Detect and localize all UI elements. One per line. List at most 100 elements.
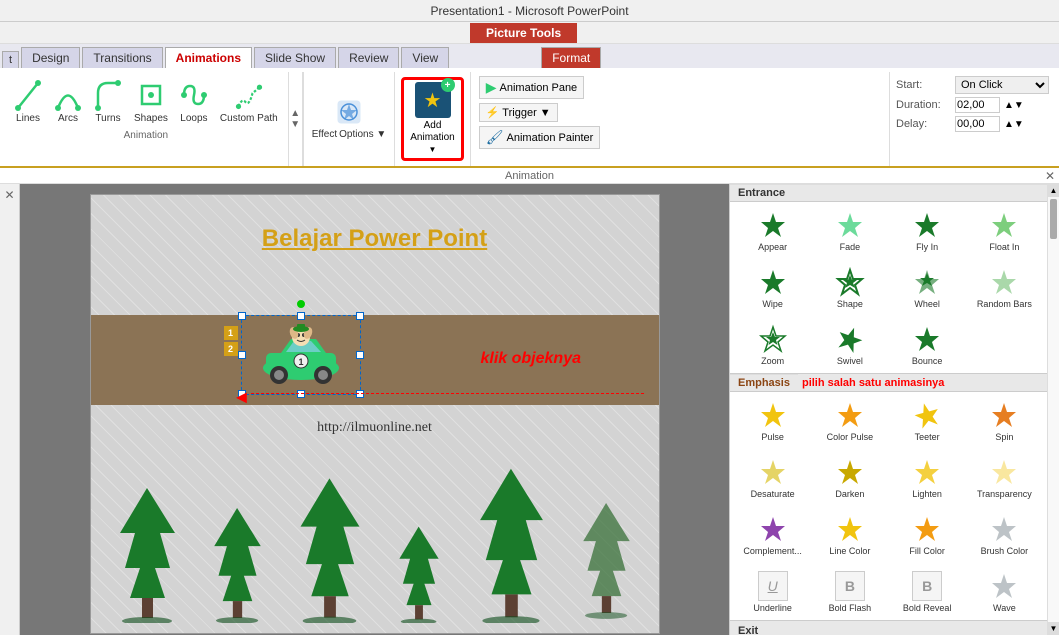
trigger-icon: ⚡ [486, 107, 500, 119]
rotation-handle[interactable] [297, 300, 305, 308]
scroll-up-arrow[interactable]: ▲ [290, 108, 300, 119]
anim-floatin[interactable]: Float In [966, 204, 1043, 257]
anim-desaturate[interactable]: Desaturate [734, 451, 811, 504]
fade-icon [834, 209, 866, 241]
animation-painter-btn[interactable]: 🖌 Animation Painter [479, 126, 601, 149]
mp-lines[interactable]: Lines [10, 76, 46, 126]
anim-complement[interactable]: Complement... [734, 508, 811, 561]
tab-review[interactable]: Review [338, 47, 399, 68]
shapes-label: Shapes [134, 113, 168, 124]
mp-arcs[interactable]: Arcs [50, 76, 86, 126]
anim-bounce[interactable]: Bounce [889, 318, 966, 371]
handle-bm[interactable] [297, 390, 305, 398]
scrollbar-thumb[interactable] [1050, 199, 1057, 239]
anim-flyin[interactable]: Fly In [889, 204, 966, 257]
add-animation-btn[interactable]: ★ + Add Animation ▼ [401, 77, 463, 161]
anim-appear[interactable]: Appear [734, 204, 811, 257]
transparency-icon [988, 456, 1020, 488]
delay-input[interactable] [955, 116, 1000, 132]
start-select[interactable]: On Click With Previous After Previous [955, 76, 1049, 94]
turns-label: Turns [95, 113, 120, 124]
underline-label: Underline [753, 603, 792, 613]
anim-wave[interactable]: Wave [966, 565, 1043, 618]
ribbon-content: Lines Arcs [0, 68, 1059, 168]
anim-linecolor[interactable]: Line Color [811, 508, 888, 561]
bounce-label: Bounce [912, 356, 943, 366]
slide-panel-close[interactable]: ✕ [4, 188, 14, 202]
emphasis-row1: Pulse Color Pulse Teeter [730, 392, 1047, 449]
mp-custom[interactable]: Custom Path [216, 76, 282, 126]
anim-teeter[interactable]: Teeter [889, 394, 966, 447]
colorpulse-icon [834, 399, 866, 431]
slide-title: Belajar Power Point [262, 225, 487, 253]
scrollbar-up-btn[interactable]: ▲ [1048, 184, 1059, 197]
anim-brushcolor[interactable]: Brush Color [966, 508, 1043, 561]
anim-randombars[interactable]: Random Bars [966, 261, 1043, 314]
close-panel-btn[interactable]: ✕ [1045, 169, 1055, 183]
anim-wipe[interactable]: Wipe [734, 261, 811, 314]
tab-home[interactable]: t [2, 51, 19, 68]
anim-darken[interactable]: Darken [811, 451, 888, 504]
mp-shapes[interactable]: Shapes [130, 76, 172, 126]
scrollbar-down-btn[interactable]: ▼ [1048, 622, 1059, 635]
anim-lighten[interactable]: Lighten [889, 451, 966, 504]
mp-turns[interactable]: Turns [90, 76, 126, 126]
emphasis-row4: U Underline B Bold Flash B [730, 563, 1047, 620]
anim-transparency[interactable]: Transparency [966, 451, 1043, 504]
tab-format[interactable]: Format [541, 47, 601, 68]
picture-tools-tab[interactable]: Picture Tools [470, 23, 577, 43]
effect-options-arrow: Options ▼ [339, 129, 386, 140]
tab-design[interactable]: Design [21, 47, 80, 68]
entrance-row2: Wipe Shape [730, 259, 1047, 316]
delay-control: Delay: ▲▼ [896, 116, 1049, 132]
scroll-down-arrow[interactable]: ▼ [290, 119, 300, 130]
animation-numbers: 1 2 [224, 326, 238, 356]
handle-tm[interactable] [297, 312, 305, 320]
handle-ml[interactable] [238, 351, 246, 359]
anim-underline[interactable]: U Underline [734, 565, 811, 618]
trees-area [91, 463, 659, 623]
anim-shape[interactable]: Shape [811, 261, 888, 314]
handle-tl[interactable] [238, 312, 246, 320]
tab-slideshow[interactable]: Slide Show [254, 47, 336, 68]
exit-section-label: Exit [730, 620, 1047, 635]
colorpulse-label: Color Pulse [827, 432, 874, 442]
duration-label: Duration: [896, 99, 951, 111]
tree-4 [394, 523, 444, 623]
teeter-icon [911, 399, 943, 431]
anim-fade[interactable]: Fade [811, 204, 888, 257]
car-object[interactable]: 1 2 [241, 315, 361, 395]
anim-spin[interactable]: Spin [966, 394, 1043, 447]
mp-loops[interactable]: Loops [176, 76, 212, 126]
handle-mr[interactable] [356, 351, 364, 359]
bounce-icon [911, 323, 943, 355]
anim-boldflash[interactable]: B Bold Flash [811, 565, 888, 618]
trigger-btn[interactable]: ⚡ Trigger ▼ [479, 103, 558, 122]
turns-icon [94, 78, 122, 113]
panel-scrollbar: ▲ ▼ [1047, 184, 1059, 635]
tab-view[interactable]: View [401, 47, 449, 68]
anim-swivel[interactable]: Swivel [811, 318, 888, 371]
swivel-icon [834, 323, 866, 355]
anim-pulse[interactable]: Pulse [734, 394, 811, 447]
emphasis-row3: Complement... Line Color Fil [730, 506, 1047, 563]
tab-animations[interactable]: Animations [165, 47, 252, 68]
anim-fillcolor[interactable]: Fill Color [889, 508, 966, 561]
anim-wheel[interactable]: Wheel [889, 261, 966, 314]
loops-label: Loops [180, 113, 207, 124]
effect-options-btn[interactable]: Effect Options ▼ [303, 72, 395, 166]
anim-boldreveal[interactable]: B Bold Reveal [889, 565, 966, 618]
handle-tr[interactable] [356, 312, 364, 320]
animation-panel: Entrance Appear Fade [729, 184, 1059, 635]
svg-text:1: 1 [298, 357, 303, 367]
lines-icon [14, 78, 42, 113]
anim-zoom[interactable]: Zoom [734, 318, 811, 371]
anim-colorpulse[interactable]: Color Pulse [811, 394, 888, 447]
tab-transitions[interactable]: Transitions [82, 47, 162, 68]
animation-group-label: Animation [8, 130, 284, 141]
handle-br[interactable] [356, 390, 364, 398]
slide: Belajar Power Point [90, 194, 660, 634]
animation-pane-btn[interactable]: ▶ Animation Pane [479, 76, 584, 99]
duration-input[interactable] [955, 97, 1000, 113]
lighten-label: Lighten [912, 489, 942, 499]
